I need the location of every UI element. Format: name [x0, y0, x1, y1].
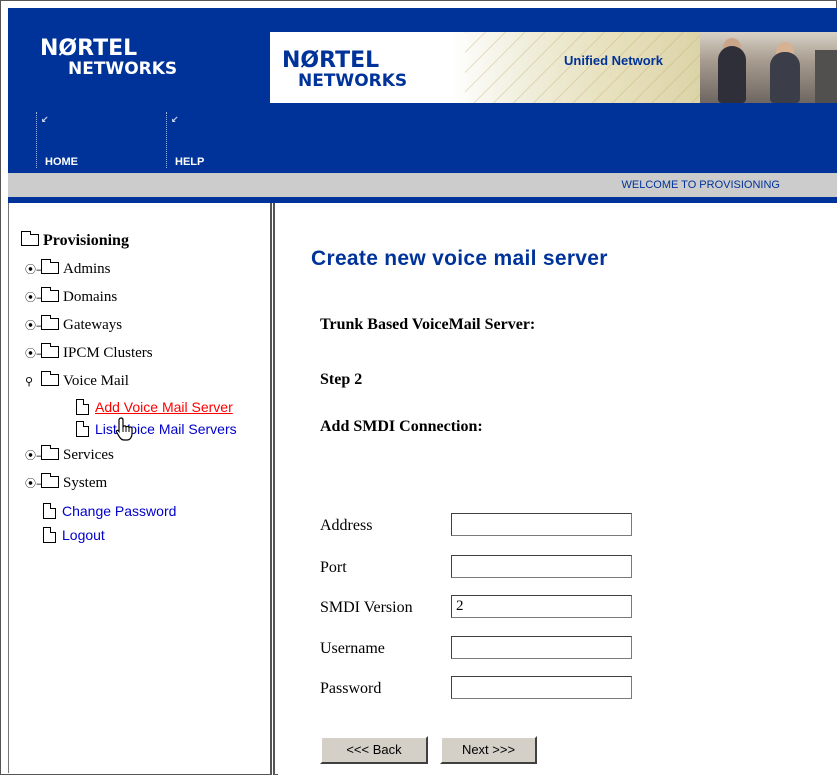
- nav-help[interactable]: ↙ HELP: [166, 112, 267, 168]
- folder-icon: [41, 473, 59, 488]
- hand-pointer-icon: [115, 417, 133, 441]
- port-label: Port: [320, 559, 347, 576]
- banner-tagline: Unified Network: [564, 53, 663, 68]
- welcome-bar: WELCOME TO PROVISIONING: [8, 173, 837, 197]
- password-input[interactable]: [451, 676, 632, 699]
- add-voice-mail-server-link[interactable]: Add Voice Mail Server: [76, 397, 233, 417]
- smdi-version-label: SMDI Version: [320, 599, 413, 616]
- tree-item-domains[interactable]: ⦿— Domains: [25, 287, 117, 307]
- folder-icon: [41, 315, 59, 330]
- logo-line2: NETWORKS: [68, 59, 178, 79]
- link-label: Logout: [62, 527, 105, 543]
- password-label: Password: [320, 680, 382, 697]
- link-label: Add Voice Mail Server: [95, 399, 233, 415]
- expand-knob-icon: ⦿—: [25, 291, 47, 304]
- tree-item-label: Domains: [63, 289, 118, 305]
- address-input[interactable]: [451, 513, 632, 536]
- smdi-version-input[interactable]: [451, 595, 632, 618]
- username-label: Username: [320, 640, 385, 657]
- frame-divider[interactable]: [270, 203, 275, 775]
- tree-item-gateways[interactable]: ⦿— Gateways: [25, 315, 122, 335]
- change-password-link[interactable]: Change Password: [43, 501, 176, 521]
- tree-item-ipcm-clusters[interactable]: ⦿— IPCM Clusters: [25, 343, 153, 363]
- tree-item-services[interactable]: ⦿— Services: [25, 445, 114, 465]
- tree-item-voice-mail[interactable]: ⚲ Voice Mail: [25, 371, 129, 391]
- step-heading: Step 2: [320, 371, 363, 388]
- broken-image-icon: ↙: [171, 114, 179, 124]
- expand-knob-icon: ⦿—: [25, 319, 47, 332]
- collapse-knob-icon: ⚲: [25, 375, 36, 388]
- port-input[interactable]: [451, 555, 632, 578]
- server-type-heading: Trunk Based VoiceMail Server:: [320, 316, 536, 333]
- nav-home[interactable]: ↙ HOME: [36, 112, 157, 168]
- folder-icon: [41, 371, 59, 386]
- tree-item-label: IPCM Clusters: [63, 345, 153, 361]
- expand-knob-icon: ⦿—: [25, 347, 47, 360]
- tree-item-admins[interactable]: ⦿— Admins: [25, 259, 111, 279]
- tree-item-label: Gateways: [63, 317, 123, 333]
- banner-logo-line1: NØRTEL: [282, 48, 380, 73]
- tree-item-system[interactable]: ⦿— System: [25, 473, 107, 493]
- list-voice-mail-servers-link[interactable]: List Voice Mail Servers: [76, 419, 237, 439]
- logout-link[interactable]: Logout: [43, 525, 105, 545]
- welcome-text: WELCOME TO PROVISIONING: [621, 179, 780, 191]
- expand-knob-icon: ⦿—: [25, 449, 47, 462]
- nav-help-label: HELP: [175, 156, 205, 168]
- banner-logo: NØRTEL NETWORKS: [282, 50, 407, 90]
- document-icon: [76, 421, 89, 437]
- document-icon: [43, 503, 56, 519]
- tree-root-label: Provisioning: [43, 232, 129, 249]
- tree-root[interactable]: Provisioning: [21, 231, 129, 251]
- tree-item-label: Voice Mail: [63, 373, 129, 389]
- page-title: Create new voice mail server: [311, 247, 608, 270]
- nortel-logo: NØRTEL NETWORKS: [40, 38, 177, 78]
- folder-icon: [41, 343, 59, 358]
- link-label: Change Password: [62, 503, 177, 519]
- broken-image-icon: ↙: [41, 114, 49, 124]
- banner-logo-line2: NETWORKS: [298, 71, 408, 91]
- folder-icon: [41, 287, 59, 302]
- main-content: Create new voice mail server Trunk Based…: [278, 203, 837, 775]
- expand-knob-icon: ⦿—: [25, 477, 47, 490]
- username-input[interactable]: [451, 636, 632, 659]
- next-button[interactable]: Next >>>: [440, 736, 537, 764]
- navigation-panel: Provisioning ⦿— Admins ⦿— Domains ⦿— Gatewa…: [8, 203, 272, 773]
- expand-knob-icon: ⦿—: [25, 263, 47, 276]
- folder-icon: [41, 259, 59, 274]
- unified-network-banner: NØRTEL NETWORKS Unified Network: [270, 32, 837, 103]
- nav-home-label: HOME: [45, 156, 78, 168]
- tree-item-label: System: [63, 475, 108, 491]
- section-heading: Add SMDI Connection:: [320, 418, 483, 435]
- document-icon: [76, 399, 89, 415]
- folder-icon: [41, 445, 59, 460]
- back-button[interactable]: <<< Back: [320, 736, 428, 764]
- tree-item-label: Admins: [63, 261, 111, 277]
- folder-icon: [21, 231, 39, 246]
- tree-item-label: Services: [63, 447, 114, 463]
- address-label: Address: [320, 517, 373, 534]
- logo-line1: NØRTEL: [40, 36, 138, 61]
- header: NØRTEL NETWORKS NØRTEL NETWORKS Unified …: [8, 8, 837, 173]
- document-icon: [43, 527, 56, 543]
